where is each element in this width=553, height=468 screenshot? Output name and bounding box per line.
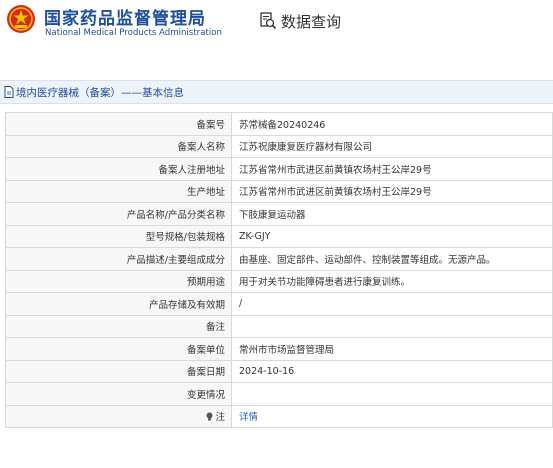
- field-value: 下肢康复运动器: [231, 202, 553, 226]
- field-value: 常州市市场监督管理局: [231, 337, 553, 361]
- org-name-cn: 国家药品监督管理局: [44, 9, 206, 29]
- nmpa-emblem-icon: [7, 5, 35, 33]
- field-label: 备案号: [5, 112, 232, 136]
- field-value: 江苏祝康康复医疗器材有限公司: [231, 134, 553, 158]
- table-row: 备案人注册地址 江苏省常州市武进区前黄镇农场村王公岸29号: [5, 157, 553, 181]
- note-label-cell: 注: [5, 404, 232, 428]
- field-label: 产品存储及有效期: [5, 292, 232, 316]
- field-value: 江苏省常州市武进区前黄镇农场村王公岸29号: [231, 157, 553, 181]
- field-label: 备注: [5, 314, 232, 338]
- field-value: 用于对关节功能障碍患者进行康复训练。: [231, 269, 553, 293]
- field-value: 苏常械备20240246: [231, 112, 553, 136]
- field-value: /: [231, 292, 553, 316]
- document-icon: [4, 86, 14, 98]
- table-row: 备案单位 常州市市场监督管理局: [5, 337, 553, 361]
- breadcrumb: 境内医疗器械（备案）——基本信息: [0, 80, 553, 104]
- field-value: ZK-GJY: [231, 224, 553, 248]
- field-value: 由基座、固定部件、运动部件、控制装置等组成。无源产品。: [231, 247, 553, 271]
- field-label: 备案人名称: [5, 134, 232, 158]
- document-search-icon: [260, 12, 277, 30]
- table-row: 注 详情: [5, 404, 553, 428]
- table-row: 变更情况: [5, 382, 553, 406]
- table-row: 产品存储及有效期 /: [5, 292, 553, 316]
- field-label: 生产地址: [5, 179, 232, 203]
- breadcrumb-text: 境内医疗器械（备案）——基本信息: [16, 86, 184, 99]
- table-row: 预期用途 用于对关节功能障碍患者进行康复训练。: [5, 269, 553, 293]
- field-value: 江苏省常州市武进区前黄镇农场村王公岸29号: [231, 179, 553, 203]
- table-row: 备注: [5, 314, 553, 338]
- table-row: 生产地址 江苏省常州市武进区前黄镇农场村王公岸29号: [5, 179, 553, 203]
- field-value: 2024-10-16: [231, 359, 553, 383]
- bulb-icon: [206, 412, 213, 421]
- field-label: 注: [215, 412, 225, 424]
- details-link[interactable]: 详情: [231, 404, 553, 428]
- field-label: 预期用途: [5, 269, 232, 293]
- field-label: 变更情况: [5, 382, 232, 406]
- field-value: [231, 382, 553, 406]
- table-row: 产品名称/产品分类名称 下肢康复运动器: [5, 202, 553, 226]
- org-name-en: National Medical Products Administration: [45, 28, 222, 38]
- field-label: 产品名称/产品分类名称: [5, 202, 232, 226]
- field-label: 型号规格/包装规格: [5, 224, 232, 248]
- field-label: 产品描述/主要组成成分: [5, 247, 232, 271]
- field-label: 备案单位: [5, 337, 232, 361]
- field-label: 备案日期: [5, 359, 232, 383]
- field-value: [231, 314, 553, 338]
- table-row: 型号规格/包装规格 ZK-GJY: [5, 224, 553, 248]
- table-row: 备案日期 2024-10-16: [5, 359, 553, 383]
- page-title: 数据查询: [281, 12, 342, 31]
- table-row: 产品描述/主要组成成分 由基座、固定部件、运动部件、控制装置等组成。无源产品。: [5, 247, 553, 271]
- site-header: 国家药品监督管理局 National Medical Products Admi…: [0, 0, 553, 50]
- record-detail-table: 备案号 苏常械备20240246 备案人名称 江苏祝康康复医疗器材有限公司 备案…: [5, 112, 553, 428]
- page-title-group: 数据查询: [259, 10, 341, 32]
- field-label: 备案人注册地址: [5, 157, 232, 181]
- table-row: 备案号 苏常械备20240246: [5, 112, 553, 136]
- table-row: 备案人名称 江苏祝康康复医疗器材有限公司: [5, 134, 553, 158]
- spacer: [0, 54, 553, 80]
